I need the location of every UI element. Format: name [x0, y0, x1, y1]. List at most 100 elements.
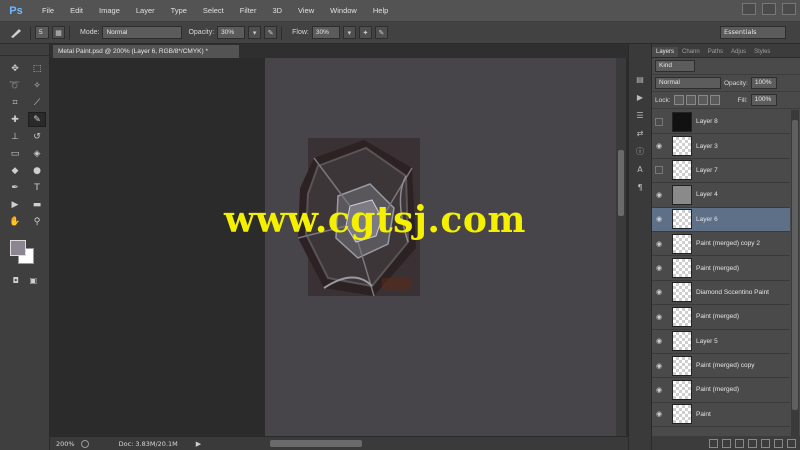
menu-3d[interactable]: 3D — [264, 6, 290, 15]
pen-tool-icon[interactable]: ✒ — [6, 180, 24, 195]
screen-mode-icon[interactable]: ▣ — [28, 274, 40, 286]
paint-bucket-tool-icon[interactable]: ◈ — [28, 146, 46, 161]
document-tab[interactable]: Metal Paint.psd @ 200% (Layer 6, RGB/8*/… — [53, 45, 239, 58]
adjustment-layer-icon[interactable] — [748, 438, 757, 448]
visibility-eye-icon[interactable]: ◉ — [652, 386, 666, 394]
new-layer-icon[interactable] — [774, 438, 783, 448]
layers-scroll-thumb[interactable] — [792, 120, 798, 410]
menu-filter[interactable]: Filter — [232, 6, 265, 15]
layer-row[interactable]: ◉ Paint (merged) copy 2 — [652, 231, 790, 257]
airbrush-icon[interactable]: ✦ — [358, 26, 372, 39]
layer-row[interactable]: ◉ Layer 3 — [652, 134, 790, 159]
blur-tool-icon[interactable]: ◆ — [6, 163, 24, 178]
crop-tool-icon[interactable]: ⌗ — [6, 95, 24, 110]
tab-adjus[interactable]: Adjus — [727, 47, 750, 57]
layer-style-icon[interactable] — [722, 438, 731, 448]
layer-blend-mode-select[interactable]: Normal — [655, 77, 721, 89]
tab-chann[interactable]: Chann — [678, 47, 704, 57]
layer-name[interactable]: Paint — [696, 411, 711, 418]
flow-dropdown-icon[interactable]: ▾ — [342, 26, 356, 39]
menu-help[interactable]: Help — [365, 6, 396, 15]
layer-name[interactable]: Layer 4 — [696, 191, 718, 198]
type-tool-icon[interactable]: T — [28, 180, 46, 195]
visibility-eye-icon[interactable]: ◉ — [652, 215, 666, 223]
marquee-tool-icon[interactable]: ⬚ — [28, 61, 46, 76]
character-panel-icon[interactable]: A — [633, 164, 647, 176]
layer-thumbnail[interactable] — [672, 184, 692, 205]
layer-name[interactable]: Layer 5 — [696, 338, 718, 345]
layer-thumbnail[interactable] — [672, 111, 692, 132]
adjust-panel-icon[interactable]: ⇄ — [633, 128, 647, 140]
menu-view[interactable]: View — [290, 6, 322, 15]
layer-row[interactable]: ◉ Layer 6 — [652, 207, 790, 232]
layer-name[interactable]: Layer 3 — [696, 143, 718, 150]
layer-thumbnail[interactable] — [672, 160, 692, 181]
layer-thumbnail[interactable] — [672, 282, 692, 303]
layer-row[interactable]: ◉ Paint (merged) — [652, 256, 790, 281]
layer-thumbnail[interactable] — [672, 331, 692, 352]
menu-type[interactable]: Type — [163, 6, 195, 15]
menu-window[interactable]: Window — [322, 6, 365, 15]
layer-name[interactable]: Diamond Sccentino Paint — [696, 289, 769, 296]
foreground-color-swatch[interactable] — [10, 240, 26, 256]
layer-fill-input[interactable]: 100% — [750, 94, 777, 106]
tools-panel-grip[interactable] — [0, 44, 49, 56]
visibility-eye-icon[interactable]: ◉ — [652, 288, 666, 296]
properties-panel-icon[interactable]: ☰ — [633, 110, 647, 122]
visibility-eye-icon[interactable]: ◉ — [652, 410, 666, 418]
layer-thumbnail[interactable] — [672, 233, 692, 254]
lock-position-icon[interactable] — [697, 95, 708, 105]
visibility-eye-icon[interactable]: ◉ — [652, 240, 666, 248]
menu-file[interactable]: File — [34, 6, 62, 15]
layer-thumbnail[interactable] — [672, 306, 692, 327]
visibility-eye-icon[interactable]: ◉ — [652, 362, 666, 370]
healing-brush-tool-icon[interactable]: ✚ — [6, 112, 24, 127]
visibility-eye-icon[interactable]: ◉ — [652, 142, 666, 150]
layer-thumbnail[interactable] — [672, 136, 692, 157]
info-panel-icon[interactable]: ⓘ — [633, 146, 647, 158]
move-tool-icon[interactable]: ✥ — [6, 61, 24, 76]
layer-thumbnail[interactable] — [672, 404, 692, 425]
layer-row[interactable]: ◉ Paint — [652, 402, 790, 428]
new-group-icon[interactable] — [761, 438, 770, 448]
quick-mask-icon[interactable]: ◘ — [10, 274, 22, 286]
lock-all-icon[interactable] — [709, 95, 720, 105]
tab-styles[interactable]: Styles — [750, 47, 774, 57]
maximize-button[interactable] — [762, 3, 776, 15]
layer-name[interactable]: Layer 7 — [696, 167, 718, 174]
layer-name[interactable]: Paint (merged) — [696, 265, 739, 272]
tab-paths[interactable]: Paths — [704, 47, 727, 57]
brush-panel-icon[interactable]: ▦ — [52, 26, 65, 39]
visibility-off-icon[interactable] — [655, 166, 663, 175]
layer-name[interactable]: Paint (merged) — [696, 386, 739, 393]
canvas-horizontal-scroll-thumb[interactable] — [270, 440, 362, 447]
lock-transparent-icon[interactable] — [673, 95, 684, 105]
opacity-input[interactable]: 30% — [217, 26, 246, 39]
layer-name[interactable]: Paint (merged) copy — [696, 362, 755, 369]
hand-tool-icon[interactable]: ✋ — [6, 214, 24, 229]
menu-image[interactable]: Image — [91, 6, 128, 15]
pressure-size-icon[interactable]: ✎ — [374, 26, 388, 39]
brush-tool-preset-icon[interactable] — [6, 26, 26, 39]
actions-panel-icon[interactable]: ▶ — [633, 92, 647, 104]
workspace-switcher[interactable]: Essentials — [720, 26, 786, 39]
canvas-vertical-scrollbar[interactable] — [616, 58, 626, 436]
menu-layer[interactable]: Layer — [128, 6, 163, 15]
layer-thumbnail[interactable] — [672, 258, 692, 279]
zoom-level[interactable]: 200% — [56, 440, 75, 448]
menu-edit[interactable]: Edit — [62, 6, 91, 15]
status-info-icon[interactable] — [80, 439, 89, 448]
zoom-tool-icon[interactable]: ⚲ — [28, 214, 46, 229]
layer-row[interactable]: ◉ Layer 4 — [652, 183, 790, 208]
layer-thumbnail[interactable] — [672, 379, 692, 400]
shape-tool-icon[interactable]: ▬ — [28, 197, 46, 212]
eraser-tool-icon[interactable]: ▭ — [6, 146, 24, 161]
link-layers-icon[interactable] — [709, 438, 718, 448]
delete-layer-icon[interactable] — [787, 438, 796, 448]
dodge-tool-icon[interactable]: ● — [28, 163, 46, 178]
layer-row[interactable]: ◉ Paint (merged) copy — [652, 353, 790, 379]
brush-tool-icon[interactable]: ✎ — [28, 112, 46, 127]
visibility-eye-icon[interactable]: ◉ — [652, 313, 666, 321]
pressure-opacity-icon[interactable]: ✎ — [264, 26, 278, 39]
opacity-dropdown-icon[interactable]: ▾ — [248, 26, 262, 39]
